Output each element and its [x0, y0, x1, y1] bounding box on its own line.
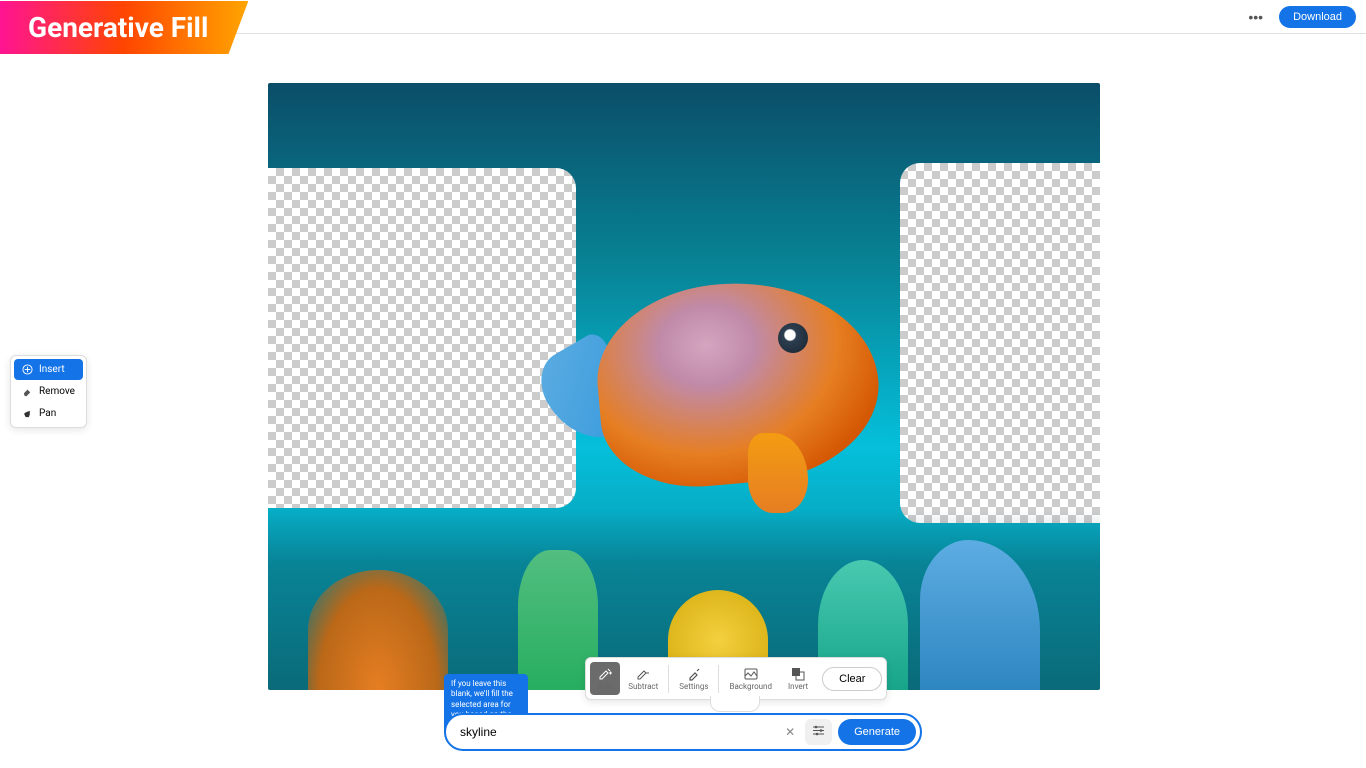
selection-mask-right	[900, 163, 1100, 523]
settings-label: Settings	[679, 682, 708, 691]
download-button[interactable]: Download	[1279, 6, 1356, 28]
mode-toolbar: Insert Remove Pan	[10, 355, 87, 428]
image-icon	[744, 666, 758, 680]
separator	[668, 665, 669, 693]
pan-label: Pan	[39, 408, 56, 419]
subtract-label: Subtract	[628, 682, 658, 691]
generate-button[interactable]: Generate	[838, 719, 916, 745]
brush-toolbar: Add Subtract Settings Background Invert …	[585, 657, 887, 700]
brush-minus-icon	[636, 666, 650, 680]
subtract-brush-button[interactable]: Subtract	[620, 662, 666, 695]
prompt-settings-button[interactable]	[805, 719, 832, 745]
ellipsis-icon: •••	[1248, 9, 1263, 25]
remove-mode-button[interactable]: Remove	[14, 381, 83, 402]
toolbar-connector	[710, 696, 760, 712]
brush-settings-button[interactable]: Settings	[671, 662, 716, 695]
separator	[718, 665, 719, 693]
pan-mode-button[interactable]: Pan	[14, 403, 83, 424]
remove-label: Remove	[39, 386, 75, 397]
background-button[interactable]: Background	[721, 662, 780, 695]
selection-mask-left	[268, 168, 576, 508]
sliders-icon	[812, 724, 825, 740]
brush-plus-icon	[598, 666, 612, 680]
add-label: Add	[598, 682, 612, 691]
background-label: Background	[729, 682, 772, 691]
brush-icon	[687, 666, 701, 680]
eraser-icon	[22, 386, 33, 397]
prompt-input[interactable]	[460, 719, 775, 745]
insert-label: Insert	[39, 364, 65, 375]
page-title: Generative Fill	[0, 1, 248, 54]
invert-icon	[791, 666, 805, 680]
invert-button[interactable]: Invert	[780, 662, 816, 695]
more-options-button[interactable]: •••	[1244, 5, 1267, 29]
hand-icon	[22, 408, 33, 419]
close-icon: ✕	[785, 725, 795, 739]
insert-mode-button[interactable]: Insert	[14, 359, 83, 380]
prompt-bar: ✕ Generate	[444, 713, 922, 751]
plus-sparkle-icon	[22, 364, 33, 375]
add-brush-button[interactable]: Add	[590, 662, 620, 695]
clear-button[interactable]: Clear	[822, 667, 882, 691]
image-subject-fish	[578, 263, 898, 523]
clear-prompt-button[interactable]: ✕	[781, 721, 799, 743]
invert-label: Invert	[788, 682, 808, 691]
canvas[interactable]	[268, 83, 1100, 690]
